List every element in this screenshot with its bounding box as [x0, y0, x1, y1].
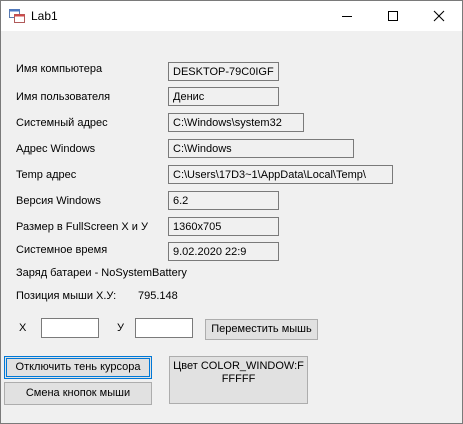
- minimize-icon: [342, 16, 352, 17]
- system-time-label: Системное время: [16, 244, 108, 256]
- computer-name-value: DESKTOP-79C0IGF: [168, 62, 279, 81]
- minimize-button[interactable]: [324, 1, 370, 31]
- mouse-position-label: Позиция мыши X.У:: [16, 290, 117, 302]
- close-icon: [433, 10, 445, 22]
- window-title: Lab1: [31, 9, 58, 23]
- mouse-position-value: 795.148: [138, 290, 178, 302]
- y-label: У: [117, 322, 124, 334]
- title-bar[interactable]: Lab1: [1, 1, 462, 31]
- main-window: Lab1 Имя компьютера DESKTOP-79C0IGF Имя …: [0, 0, 463, 424]
- maximize-icon: [388, 11, 398, 21]
- app-icon: [9, 9, 25, 23]
- fullscreen-size-value: 1360x705: [168, 217, 279, 236]
- swap-mouse-buttons-button[interactable]: Смена кнопок мыши: [4, 382, 152, 405]
- y-coordinate-input[interactable]: [135, 318, 193, 338]
- windows-version-value: 6.2: [168, 191, 279, 210]
- battery-status-label: Заряд батареи - NoSystemBattery: [16, 267, 187, 279]
- window-color-button[interactable]: Цвет COLOR_WINDOW:FFFFFF: [169, 356, 308, 404]
- disable-cursor-shadow-button[interactable]: Отключить тень курсора: [4, 356, 152, 379]
- system-path-value: C:\Windows\system32: [168, 113, 304, 132]
- windows-path-label: Адрес Windows: [16, 143, 96, 155]
- user-name-label: Имя пользователя: [16, 91, 111, 103]
- temp-path-value: C:\Users\17D3~1\AppData\Local\Temp\: [168, 165, 393, 184]
- x-label: X: [19, 322, 27, 334]
- windows-path-value: C:\Windows: [168, 139, 354, 158]
- x-coordinate-input[interactable]: [41, 318, 99, 338]
- close-button[interactable]: [416, 1, 462, 31]
- system-time-value: 9.02.2020 22:9: [168, 242, 279, 261]
- temp-path-label: Temp адрес: [16, 169, 77, 181]
- fullscreen-size-label: Размер в FullScreen X и У: [16, 221, 148, 233]
- maximize-button[interactable]: [370, 1, 416, 31]
- windows-version-label: Версия Windows: [16, 195, 101, 207]
- computer-name-label: Имя компьютера: [16, 63, 103, 75]
- system-path-label: Системный адрес: [16, 117, 108, 129]
- move-mouse-button[interactable]: Переместить мышь: [205, 319, 318, 340]
- user-name-value: Денис: [168, 87, 279, 106]
